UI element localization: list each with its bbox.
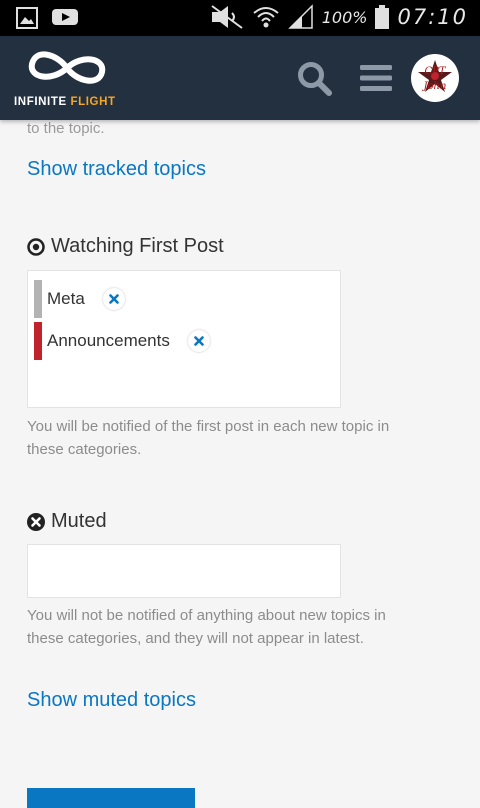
muted-description: You will not be notified of anything abo…: [27, 607, 386, 647]
watching-first-post-category-box[interactable]: Meta Announcements: [27, 270, 341, 408]
muted-category-box[interactable]: [27, 544, 341, 598]
watching-first-post-description: You will be notified of the first post i…: [27, 418, 390, 458]
category-name: Meta: [47, 289, 85, 308]
logo-word-infinite: INFINITE: [14, 96, 67, 108]
gallery-icon: [16, 7, 38, 29]
times-circle-icon: [27, 512, 45, 531]
mute-icon: [211, 5, 243, 29]
user-avatar[interactable]: CPT John: [411, 54, 459, 102]
tracking-description-tail: to the topic.: [27, 120, 105, 137]
category-chip-announcements: Announcements: [34, 322, 210, 360]
signal-icon: [287, 4, 313, 29]
avatar-text-2: John: [422, 81, 447, 92]
notification-preferences: to the topic. Show tracked topics Watchi…: [0, 120, 480, 808]
avatar-text-1: CPT: [424, 66, 446, 77]
close-icon: [108, 294, 119, 304]
wifi-icon: [253, 7, 279, 28]
category-color-bar: [34, 322, 42, 360]
remove-category-announcements-button[interactable]: [187, 330, 210, 352]
clock: 07:10: [397, 5, 468, 29]
dot-circle-icon: [27, 237, 45, 256]
category-chip-meta: Meta: [34, 280, 125, 318]
search-icon[interactable]: [296, 60, 332, 96]
section-title: Watching First Post: [51, 235, 224, 257]
watching-first-post-heading: Watching First Post: [27, 235, 224, 258]
show-tracked-topics-link[interactable]: Show tracked topics: [27, 158, 206, 181]
app-header: INFINITE FLIGHT CPT John: [0, 36, 480, 120]
avatar-image: CPT John: [418, 60, 452, 92]
logo-word-flight: FLIGHT: [70, 96, 116, 108]
logo-mark-icon: [28, 47, 106, 84]
section-title: Muted: [51, 510, 107, 532]
infinite-flight-logo[interactable]: INFINITE FLIGHT: [14, 46, 124, 110]
battery-icon: [375, 5, 390, 29]
close-icon: [194, 336, 204, 346]
muted-heading: Muted: [27, 510, 107, 533]
category-name: Announcements: [47, 331, 170, 350]
show-muted-topics-link[interactable]: Show muted topics: [27, 689, 196, 712]
category-color-bar: [34, 280, 42, 318]
battery-percent: 100%: [321, 7, 368, 27]
status-bar: 100% 07:10: [0, 0, 480, 36]
hamburger-menu-icon[interactable]: [358, 60, 394, 96]
save-button[interactable]: [27, 788, 195, 808]
youtube-icon: [52, 9, 78, 25]
remove-category-meta-button[interactable]: [102, 288, 125, 310]
